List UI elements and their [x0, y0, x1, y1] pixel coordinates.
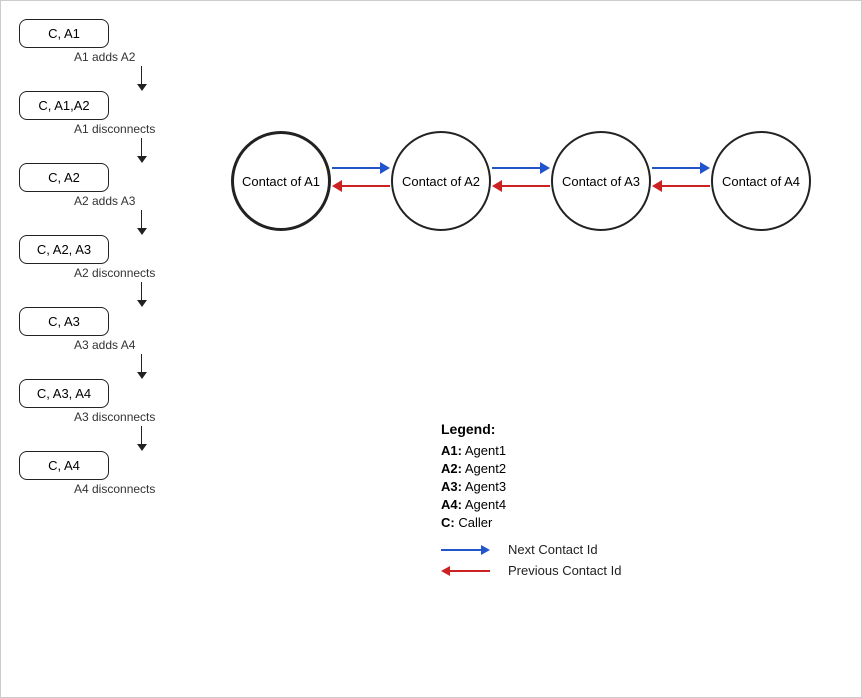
circle-node-1: Contact of A1: [231, 131, 331, 231]
flow-node-6: C, A3, A4: [19, 379, 109, 408]
flow-step-1: C, A1: [19, 19, 219, 48]
legend-item-a3: A3: Agent3: [441, 479, 621, 494]
flow-node-7: C, A4: [19, 451, 109, 480]
blue-arrow-1: [332, 162, 390, 174]
legend-blue-arrow: [441, 545, 490, 555]
arrow-down-4: [64, 282, 219, 307]
circles-row: Contact of A1 Contact of A2: [231, 131, 831, 231]
flowchart: C, A1 A1 adds A2 C, A1,A2 A1 disconnects…: [19, 19, 219, 498]
flow-node-2: C, A1,A2: [19, 91, 109, 120]
legend-blue-label: Next Contact Id: [508, 542, 598, 557]
legend-title: Legend:: [441, 421, 621, 437]
transition-label-4: A2 disconnects: [74, 266, 219, 280]
arrow-down-6: [64, 426, 219, 451]
flow-step-6: C, A3, A4: [19, 379, 219, 408]
arrow-down-3: [64, 210, 219, 235]
legend-arrow-red-row: Previous Contact Id: [441, 563, 621, 578]
flow-step-5: C, A3: [19, 307, 219, 336]
red-arrow-3: [652, 180, 710, 192]
legend-item-a2: A2: Agent2: [441, 461, 621, 476]
legend-arrow-blue-row: Next Contact Id: [441, 542, 621, 557]
arrow-down-2: [64, 138, 219, 163]
flow-node-3: C, A2: [19, 163, 109, 192]
flow-node-1: C, A1: [19, 19, 109, 48]
transition-label-3: A2 adds A3: [74, 194, 219, 208]
red-arrow-2: [492, 180, 550, 192]
flow-node-5: C, A3: [19, 307, 109, 336]
circle-node-3: Contact of A3: [551, 131, 651, 231]
legend-red-arrow: [441, 566, 490, 576]
arrows-3-4: [651, 162, 711, 192]
transition-label-5: A3 adds A4: [74, 338, 219, 352]
flow-step-3: C, A2: [19, 163, 219, 192]
flow-node-4: C, A2, A3: [19, 235, 109, 264]
arrows-2-3: [491, 162, 551, 192]
transition-label-1: A1 adds A2: [74, 50, 219, 64]
legend-item-a4: A4: Agent4: [441, 497, 621, 512]
flow-step-2: C, A1,A2: [19, 91, 219, 120]
circle-node-2: Contact of A2: [391, 131, 491, 231]
blue-arrow-2: [492, 162, 550, 174]
circle-node-4: Contact of A4: [711, 131, 811, 231]
legend: Legend: A1: Agent1 A2: Agent2 A3: Agent3…: [441, 421, 621, 584]
legend-items: A1: Agent1 A2: Agent2 A3: Agent3 A4: Age…: [441, 443, 621, 530]
flow-step-4: C, A2, A3: [19, 235, 219, 264]
flow-step-7: C, A4: [19, 451, 219, 480]
arrow-down-1: [64, 66, 219, 91]
arrows-1-2: [331, 162, 391, 192]
transition-label-7: A4 disconnects: [74, 482, 219, 496]
blue-arrow-3: [652, 162, 710, 174]
transition-label-2: A1 disconnects: [74, 122, 219, 136]
red-arrow-1: [332, 180, 390, 192]
legend-red-label: Previous Contact Id: [508, 563, 621, 578]
legend-item-a1: A1: Agent1: [441, 443, 621, 458]
transition-label-6: A3 disconnects: [74, 410, 219, 424]
diagram-area: Contact of A1 Contact of A2: [231, 131, 831, 231]
arrow-down-5: [64, 354, 219, 379]
legend-item-c: C: Caller: [441, 515, 621, 530]
